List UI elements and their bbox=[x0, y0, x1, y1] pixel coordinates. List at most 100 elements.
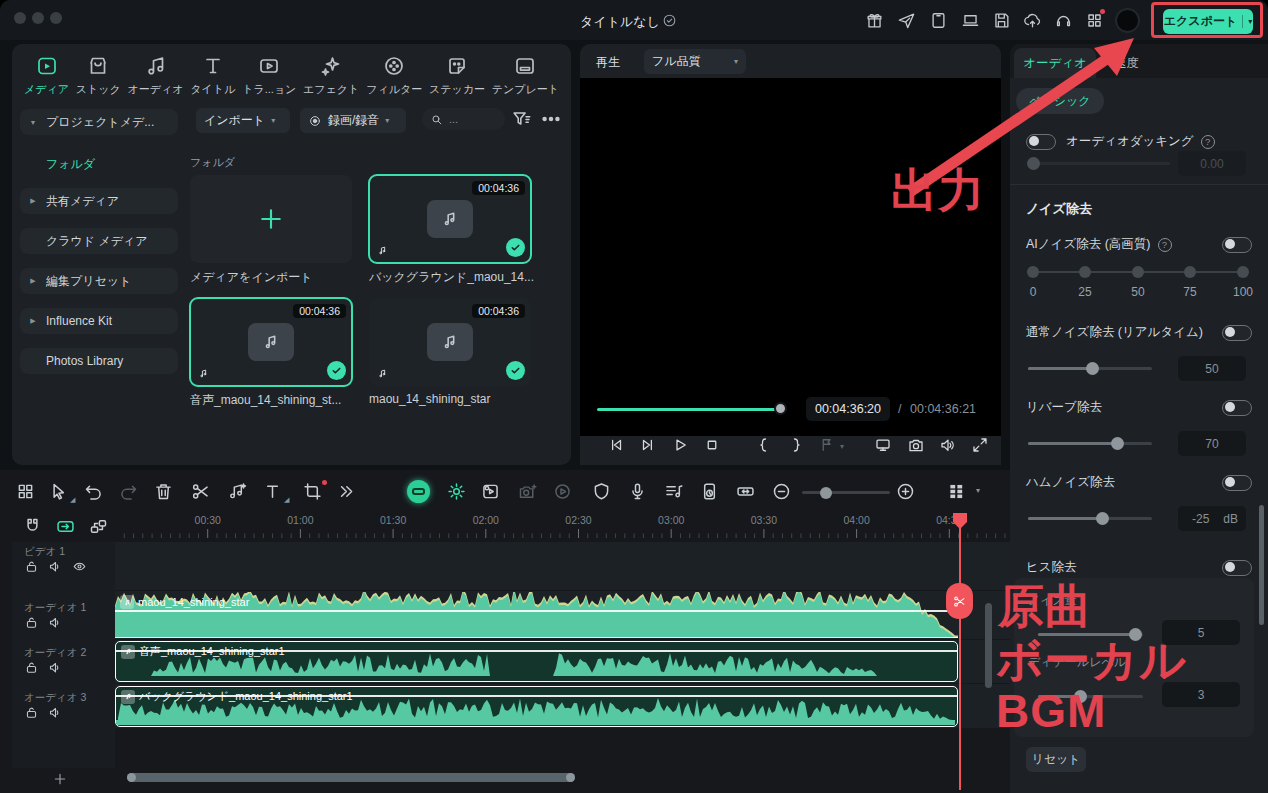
track-manager-caret[interactable]: ▾ bbox=[976, 486, 980, 495]
sidebar-item-1[interactable]: フォルダ bbox=[20, 154, 178, 174]
tab-6[interactable]: フィルター bbox=[366, 50, 422, 108]
control-slider[interactable] bbox=[1028, 367, 1152, 370]
control-slider[interactable] bbox=[1028, 517, 1152, 520]
camera-icon[interactable] bbox=[907, 436, 925, 454]
speaker-icon[interactable] bbox=[48, 615, 63, 630]
avatar-green-icon[interactable] bbox=[407, 480, 430, 503]
layout-grid-icon[interactable] bbox=[15, 481, 36, 502]
progress-knob[interactable] bbox=[774, 402, 787, 415]
panel-scrollbar[interactable] bbox=[1259, 505, 1264, 625]
search-input[interactable]: ... bbox=[422, 108, 505, 130]
device-clock-icon[interactable] bbox=[699, 481, 720, 502]
speaker-icon[interactable] bbox=[48, 705, 63, 720]
cursor-icon[interactable] bbox=[48, 481, 69, 502]
sidebar-item-6[interactable]: Photos Library bbox=[20, 348, 178, 374]
volume-line[interactable] bbox=[115, 610, 958, 612]
music-add-icon[interactable] bbox=[226, 481, 247, 502]
more-options-icon[interactable] bbox=[540, 108, 562, 130]
track-manager-icon[interactable] bbox=[946, 481, 967, 502]
lock-icon[interactable] bbox=[24, 660, 39, 675]
sidebar-item-5[interactable]: ▶Influence Kit bbox=[20, 308, 178, 334]
eye-icon[interactable] bbox=[72, 559, 87, 574]
stop-icon[interactable] bbox=[703, 436, 721, 454]
control-toggle[interactable] bbox=[1222, 475, 1252, 491]
slider-dot[interactable] bbox=[1132, 266, 1144, 278]
quality-dropdown[interactable]: フル品質▾ bbox=[644, 49, 746, 74]
media-tile[interactable]: 00:04:36 bbox=[369, 298, 531, 386]
slider-dot[interactable] bbox=[1237, 266, 1249, 278]
trash-icon[interactable] bbox=[153, 481, 174, 502]
fit-range-icon[interactable] bbox=[735, 481, 756, 502]
zoom-window-button[interactable] bbox=[50, 12, 62, 24]
add-track-button[interactable] bbox=[52, 771, 68, 787]
hiss-toggle[interactable] bbox=[1222, 560, 1252, 576]
playback-progress[interactable] bbox=[597, 408, 779, 411]
audio-clip-3[interactable]: バックグラウンド_maou_14_shining_star1 bbox=[115, 686, 958, 727]
tab-1[interactable]: ストック bbox=[76, 50, 121, 108]
timeline-vertical-scrollbar[interactable] bbox=[985, 603, 992, 688]
control-toggle[interactable] bbox=[1222, 325, 1252, 341]
audio-clip-1[interactable]: maou_14_shining_star bbox=[115, 592, 958, 638]
control-toggle[interactable] bbox=[1222, 400, 1252, 416]
playhead[interactable] bbox=[959, 515, 961, 790]
close-window-button[interactable] bbox=[14, 12, 26, 24]
mark-in-icon[interactable] bbox=[755, 436, 773, 454]
text-tool-icon[interactable] bbox=[262, 481, 283, 502]
magnet-icon[interactable] bbox=[22, 516, 43, 537]
scissors-icon[interactable] bbox=[190, 481, 211, 502]
time-ruler[interactable]: 00:3001:0001:3002:0002:3003:0003:3004:00… bbox=[115, 512, 1010, 542]
audio-clip-2[interactable]: 音声_maou_14_shining_star1 bbox=[115, 641, 958, 682]
split-track-icon[interactable] bbox=[88, 516, 109, 537]
split-scissors-button[interactable] bbox=[946, 583, 973, 619]
tab-3[interactable]: タイトル bbox=[190, 50, 235, 108]
shield-icon[interactable] bbox=[591, 481, 612, 502]
horizontal-scrollbar[interactable] bbox=[127, 773, 575, 782]
marker-icon[interactable] bbox=[818, 436, 836, 454]
display-icon[interactable] bbox=[874, 436, 892, 454]
minus-circle-icon[interactable] bbox=[771, 481, 792, 502]
lock-icon[interactable] bbox=[24, 559, 39, 574]
slider-dot[interactable] bbox=[1079, 266, 1091, 278]
music-list-icon[interactable] bbox=[663, 481, 684, 502]
playhead-handle[interactable] bbox=[952, 512, 968, 530]
next-frame-icon[interactable] bbox=[639, 436, 657, 454]
reset-button[interactable]: リセット bbox=[1026, 747, 1086, 772]
marker-caret-icon[interactable]: ▾ bbox=[840, 442, 844, 451]
media-tile[interactable]: 00:04:36 bbox=[190, 298, 352, 386]
speaker-icon[interactable] bbox=[939, 436, 957, 454]
filter-icon[interactable] bbox=[510, 108, 532, 130]
tab-0[interactable]: メディア bbox=[24, 50, 69, 108]
ai-spider-icon[interactable] bbox=[446, 481, 467, 502]
camera-plus-icon[interactable] bbox=[517, 481, 538, 502]
slider-dot[interactable] bbox=[1027, 266, 1039, 278]
redo-icon[interactable] bbox=[118, 481, 139, 502]
chevrons-right-icon[interactable] bbox=[335, 481, 356, 502]
expand-icon[interactable] bbox=[971, 436, 989, 454]
tab-5[interactable]: エフェクト bbox=[303, 50, 359, 108]
plus-circle-icon[interactable] bbox=[895, 481, 916, 502]
zoom-slider-knob[interactable] bbox=[820, 487, 832, 499]
lock-icon[interactable] bbox=[24, 615, 39, 630]
preview-clip-icon[interactable] bbox=[480, 481, 501, 502]
ai-denoise-toggle[interactable] bbox=[1222, 237, 1252, 253]
record-dropdown[interactable]: 録画/録音▾ bbox=[300, 108, 406, 133]
tab-2[interactable]: オーディオ bbox=[128, 50, 184, 108]
lock-icon[interactable] bbox=[24, 705, 39, 720]
crop-tool-icon[interactable] bbox=[302, 481, 323, 502]
media-tile[interactable]: 00:04:36 bbox=[369, 175, 531, 263]
import-dropdown[interactable]: インポート▾ bbox=[196, 108, 290, 133]
play-icon[interactable] bbox=[671, 436, 689, 454]
tab-4[interactable]: トラ...ョン bbox=[242, 50, 296, 108]
sidebar-item-2[interactable]: ▶共有メディア bbox=[20, 188, 178, 214]
tab-7[interactable]: ステッカー bbox=[429, 50, 485, 108]
mic-icon[interactable] bbox=[627, 481, 648, 502]
zoom-slider[interactable] bbox=[802, 491, 890, 494]
slider-dot[interactable] bbox=[1184, 266, 1196, 278]
import-media-tile[interactable] bbox=[190, 175, 352, 263]
minimize-window-button[interactable] bbox=[32, 12, 44, 24]
mark-out-icon[interactable] bbox=[787, 436, 805, 454]
control-slider[interactable] bbox=[1028, 442, 1152, 445]
sidebar-item-4[interactable]: ▶編集プリセット bbox=[20, 268, 178, 294]
tab-8[interactable]: テンプレート bbox=[492, 50, 559, 108]
undo-icon[interactable] bbox=[83, 481, 104, 502]
